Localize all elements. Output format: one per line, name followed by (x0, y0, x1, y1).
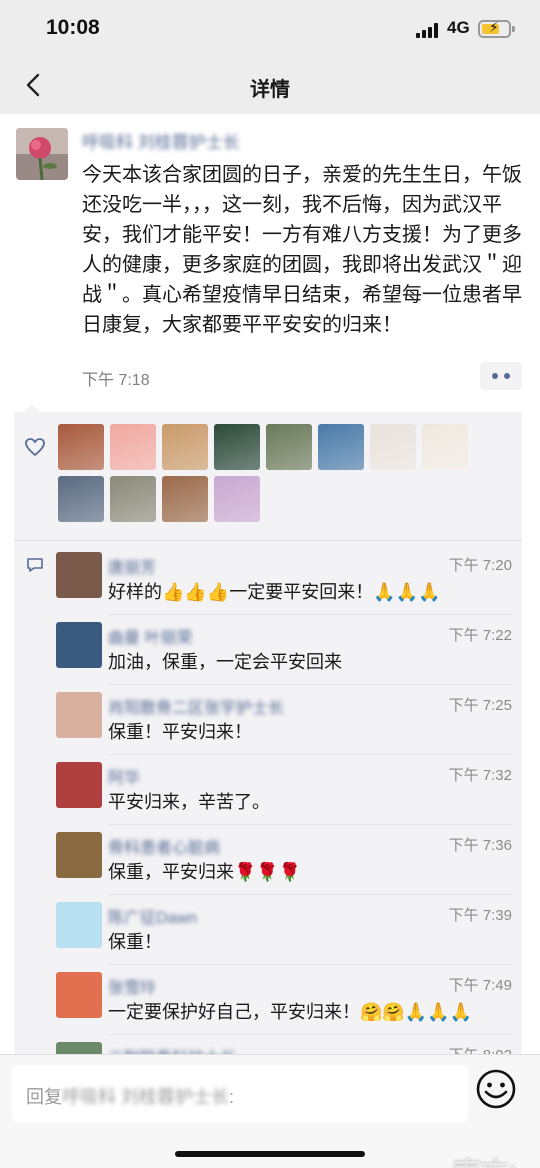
comment-divider (108, 1034, 512, 1035)
commenter-name[interactable]: 肖阳散骨二区张宇护士长 (108, 694, 284, 718)
comment-text: 加油，保重，一定会平安回来 (108, 652, 342, 672)
reply-input[interactable]: 回复呼吸科 刘桂蓉护士长: (12, 1065, 468, 1123)
like-avatar[interactable] (110, 424, 156, 470)
like-avatar[interactable] (422, 424, 468, 470)
comment-divider (108, 824, 512, 825)
comment-time: 下午 7:32 (448, 767, 512, 784)
comment-text: 保重！ (108, 932, 162, 952)
comment-time: 下午 7:22 (448, 627, 512, 644)
comment-text: 一定要保护好自己，平安归来！🤗🤗🙏🙏🙏 (108, 1002, 473, 1022)
more-button[interactable] (480, 362, 522, 390)
reply-bar: 回复呼吸科 刘桂蓉护士长: 南方+ (0, 1054, 540, 1168)
more-dots-icon (492, 373, 498, 379)
reply-target-name: 呼吸科 刘桂蓉护士长 (62, 1087, 230, 1107)
status-time: 10:08 (46, 16, 100, 39)
interaction-panel: 唐丽芳 下午 7:20 好样的👍👍👍一定要平安回来！🙏🙏🙏 曲曼 叶丽荣 下午 7:22… (14, 412, 522, 1088)
divider (14, 540, 522, 541)
emoji-button[interactable] (474, 1067, 518, 1111)
commenter-name[interactable]: 陈广征Dawn (108, 904, 197, 928)
comment-time: 下午 7:20 (448, 557, 512, 574)
comment-time: 下午 7:39 (448, 907, 512, 924)
post-text: 今天本该合家团圆的日子，亲爱的先生生日，午饭还没吃一半，，，这一刻，我不后悔，因… (82, 164, 522, 336)
comment-time: 下午 7:25 (448, 697, 512, 714)
like-avatar[interactable] (58, 424, 104, 470)
home-indicator (175, 1151, 365, 1157)
reply-label: 回复呼吸科 刘桂蓉护士长: (26, 1087, 235, 1107)
like-avatar[interactable] (214, 476, 260, 522)
like-avatar[interactable] (58, 476, 104, 522)
comment-text: 保重！平安归来！ (108, 722, 252, 742)
heart-icon (25, 438, 45, 457)
comment-time: 下午 7:36 (448, 837, 512, 854)
like-avatar[interactable] (214, 424, 260, 470)
like-avatar[interactable] (370, 424, 416, 470)
comment-divider (108, 754, 512, 755)
commenter-name[interactable]: 阿华 (108, 764, 140, 788)
post-time: 下午 7:18 (82, 372, 150, 389)
watermark-logo: 南方+ (448, 1151, 520, 1168)
comment-divider (108, 614, 512, 615)
comment-row[interactable]: 肖阳散骨二区张宇护士长 下午 7:25 保重！平安归来！ (56, 684, 522, 754)
commenter-avatar[interactable] (56, 762, 102, 808)
comment-row[interactable]: 张雪玲 下午 7:49 一定要保护好自己，平安归来！🤗🤗🙏🙏🙏 (56, 964, 522, 1034)
comment-divider (108, 684, 512, 685)
battery-icon: ⚡ (478, 19, 515, 38)
comment-text: 平安归来，辛苦了。 (108, 792, 270, 812)
commenter-avatar[interactable] (56, 832, 102, 878)
comment-row[interactable]: 唐丽芳 下午 7:20 好样的👍👍👍一定要平安回来！🙏🙏🙏 (56, 544, 522, 614)
commenter-avatar[interactable] (56, 692, 102, 738)
commenter-name[interactable]: 骨科患者心脏病 (108, 834, 220, 858)
comment-row[interactable]: 曲曼 叶丽荣 下午 7:22 加油，保重，一定会平安回来 (56, 614, 522, 684)
nav-bar: 详情 (0, 58, 540, 114)
comment-icon (27, 558, 43, 572)
status-bar: 10:08 4G ⚡ (0, 0, 540, 58)
commenter-name[interactable]: 唐丽芳 (108, 554, 156, 578)
like-avatar[interactable] (318, 424, 364, 470)
bubble-pointer (24, 404, 40, 412)
author-avatar[interactable] (16, 128, 68, 180)
page-title: 详情 (250, 79, 290, 101)
author-name[interactable]: 呼吸科 刘桂蓉护士长 (82, 128, 240, 153)
moment-post: 呼吸科 刘桂蓉护士长 今天本该合家团圆的日子，亲爱的先生生日，午饭还没吃一半，，… (0, 114, 540, 1088)
commenter-avatar[interactable] (56, 972, 102, 1018)
like-avatar[interactable] (266, 424, 312, 470)
comment-row[interactable]: 骨科患者心脏病 下午 7:36 保重，平安归来🌹🌹🌹 (56, 824, 522, 894)
comment-text: 保重，平安归来🌹🌹🌹 (108, 862, 302, 882)
signal-icon (416, 22, 442, 38)
like-avatar[interactable] (110, 476, 156, 522)
commenter-avatar[interactable] (56, 622, 102, 668)
comment-time: 下午 7:49 (448, 977, 512, 994)
comment-divider (108, 894, 512, 895)
network-type: 4G (447, 18, 470, 37)
comment-text: 好样的👍👍👍一定要平安回来！🙏🙏🙏 (108, 582, 441, 602)
like-avatar[interactable] (162, 476, 208, 522)
emoji-smile-icon (476, 1069, 516, 1109)
comment-row[interactable]: 陈广征Dawn 下午 7:39 保重！ (56, 894, 522, 964)
commenter-avatar[interactable] (56, 902, 102, 948)
commenter-name[interactable]: 张雪玲 (108, 974, 156, 998)
comment-divider (108, 964, 512, 965)
comment-row[interactable]: 阿华 下午 7:32 平安归来，辛苦了。 (56, 754, 522, 824)
commenter-avatar[interactable] (56, 552, 102, 598)
commenter-name[interactable]: 曲曼 叶丽荣 (108, 624, 192, 648)
like-avatar[interactable] (162, 424, 208, 470)
